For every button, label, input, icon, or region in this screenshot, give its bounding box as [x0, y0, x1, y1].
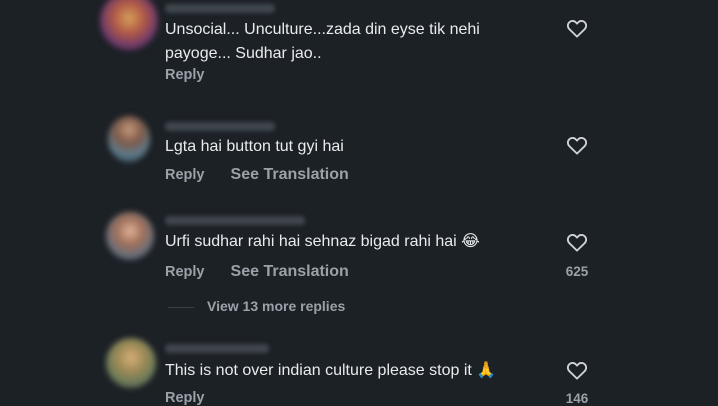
username-blurred[interactable]: [165, 216, 305, 225]
avatar[interactable]: [100, 0, 158, 50]
comment-text: Lgta hai button tut gyi hai: [165, 135, 344, 159]
username-blurred[interactable]: [165, 122, 275, 131]
comment-actions: Reply: [165, 67, 227, 83]
avatar[interactable]: [108, 116, 150, 162]
comment-actions: Reply: [165, 390, 227, 406]
username-blurred[interactable]: [165, 4, 275, 13]
comment-text-line: payoge... Sudhar jao..: [165, 45, 322, 62]
heart-outline-icon[interactable]: [566, 135, 588, 155]
comment-actions: Reply See Translation: [165, 166, 371, 184]
reply-button[interactable]: Reply: [165, 264, 205, 280]
like-count: 146: [565, 391, 589, 406]
comment-text-line: Lgta hai button tut gyi hai: [165, 138, 344, 155]
comment-text-line: Unsocial... Unculture...zada din eyse ti…: [165, 21, 480, 38]
heart-outline-icon[interactable]: [566, 360, 588, 380]
like-count: 625: [565, 264, 589, 279]
reply-button[interactable]: Reply: [165, 67, 205, 83]
reply-thread-line: [168, 307, 194, 308]
view-more-replies-button[interactable]: View 13 more replies: [207, 298, 345, 314]
reply-button[interactable]: Reply: [165, 390, 205, 406]
comment-text: Unsocial... Unculture...zada din eyse ti…: [165, 18, 480, 66]
username-blurred[interactable]: [165, 344, 269, 353]
comment-text: Urfi sudhar rahi hai sehnaz bigad rahi h…: [165, 230, 480, 254]
comment-actions: Reply See Translation: [165, 263, 371, 281]
reply-button[interactable]: Reply: [165, 167, 205, 183]
comment-text-line: Urfi sudhar rahi hai sehnaz bigad rahi h…: [165, 233, 480, 250]
heart-outline-icon[interactable]: [566, 18, 588, 38]
see-translation-button[interactable]: See Translation: [231, 166, 349, 183]
see-translation-button[interactable]: See Translation: [231, 263, 349, 280]
avatar[interactable]: [106, 338, 156, 388]
comment-text-line: This is not over indian culture please s…: [165, 362, 497, 379]
heart-outline-icon[interactable]: [566, 232, 588, 252]
avatar[interactable]: [106, 212, 154, 260]
comment-text: This is not over indian culture please s…: [165, 359, 496, 383]
